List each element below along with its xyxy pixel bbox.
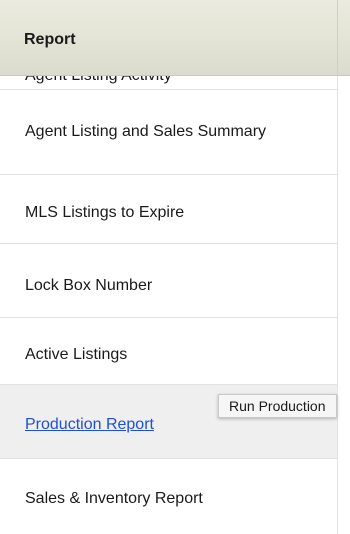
report-row-active-listings[interactable]: Active Listings xyxy=(0,318,337,385)
report-row-label: Active Listings xyxy=(25,346,128,363)
production-report-link[interactable]: Production Report xyxy=(25,415,154,435)
header-column-divider xyxy=(337,0,338,76)
report-row-lock-box-number[interactable]: Lock Box Number xyxy=(0,244,337,318)
report-column-header[interactable]: Report xyxy=(0,0,350,76)
report-row-agent-listing-activity[interactable]: Agent Listing Activity xyxy=(0,76,337,90)
report-row-mls-listings-to-expire[interactable]: MLS Listings to Expire xyxy=(0,175,337,244)
report-header-title: Report xyxy=(24,31,76,48)
report-row-label: Lock Box Number xyxy=(25,277,153,294)
report-row-label: Sales & Inventory Report xyxy=(25,490,203,507)
report-list: Agent Listing Activity Agent Listing and… xyxy=(0,76,350,534)
list-column-divider xyxy=(337,76,338,534)
run-production-tooltip: Run Production xyxy=(218,394,337,418)
report-panel: Report Agent Listing Activity Agent List… xyxy=(0,0,350,534)
report-row-agent-listing-sales-summary[interactable]: Agent Listing and Sales Summary xyxy=(0,90,337,175)
report-row-label: Agent Listing Activity xyxy=(25,76,172,86)
report-row-label: MLS Listings to Expire xyxy=(25,204,185,221)
report-row-label: Agent Listing and Sales Summary xyxy=(25,123,267,140)
report-row-sales-inventory-report[interactable]: Sales & Inventory Report xyxy=(0,459,337,534)
